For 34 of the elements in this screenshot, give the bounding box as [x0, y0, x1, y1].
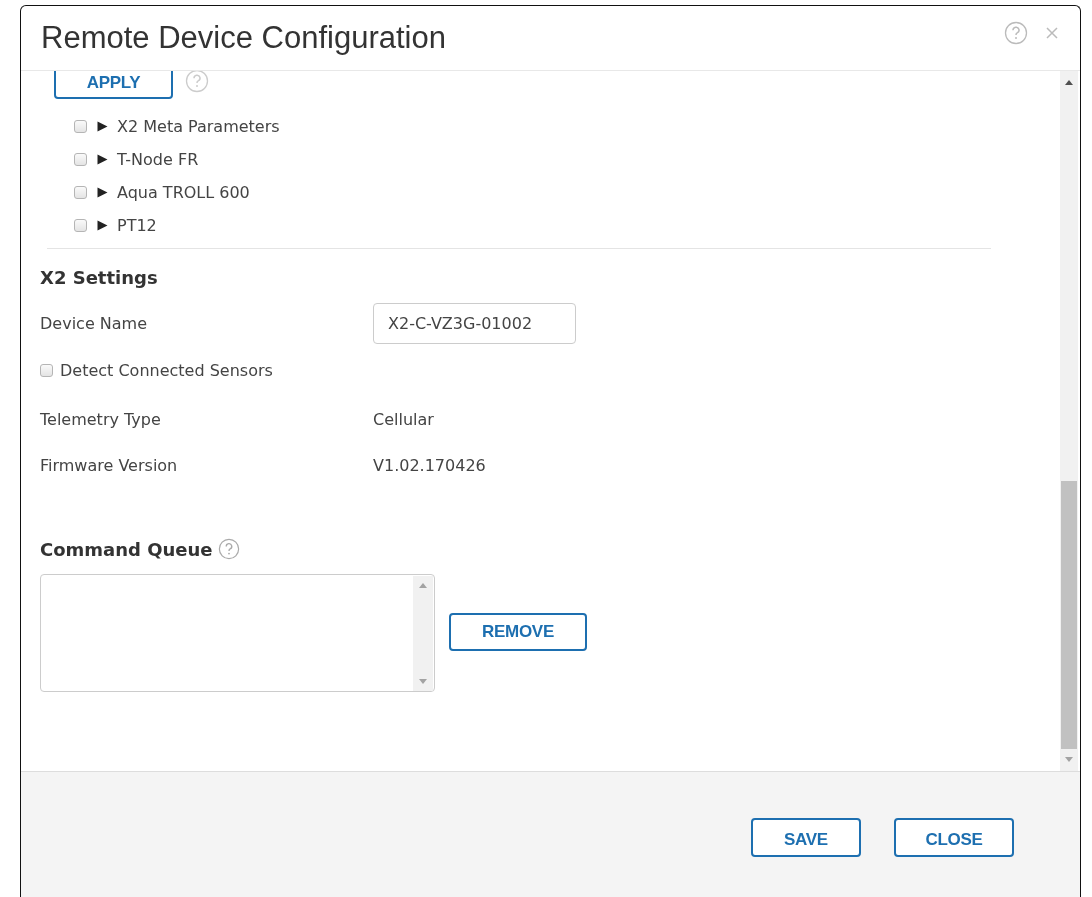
- expand-triangle-icon[interactable]: [97, 153, 108, 165]
- dialog-title: Remote Device Configuration: [41, 20, 446, 56]
- checkbox[interactable]: [74, 152, 87, 166]
- tree-item-label[interactable]: T-Node FR: [117, 149, 199, 169]
- tree-item-label[interactable]: PT12: [117, 215, 157, 235]
- section-heading: Command Queue: [40, 538, 213, 560]
- scrollbar[interactable]: [1060, 71, 1078, 771]
- expand-triangle-icon[interactable]: [97, 219, 108, 231]
- field-label: Device Name: [40, 313, 148, 333]
- expand-triangle-icon[interactable]: [97, 186, 108, 198]
- checkbox-label[interactable]: Detect Connected Sensors: [60, 360, 273, 380]
- help-icon[interactable]: [185, 71, 209, 93]
- section-heading: X2 Settings: [40, 267, 159, 288]
- close-icon[interactable]: [1046, 27, 1058, 39]
- checkbox[interactable]: [74, 218, 87, 232]
- expand-triangle-icon[interactable]: [97, 120, 108, 132]
- tree-item-label[interactable]: Aqua TROLL 600: [117, 182, 250, 202]
- checkbox[interactable]: [40, 363, 53, 377]
- checkbox[interactable]: [74, 119, 87, 133]
- field-value: V1.02.170426: [373, 455, 486, 475]
- help-icon[interactable]: [1004, 21, 1028, 45]
- apply-button[interactable]: APPLY: [54, 71, 173, 99]
- field-label: Telemetry Type: [40, 409, 162, 429]
- command-queue-list[interactable]: [40, 574, 435, 692]
- device-name-field[interactable]: X2-C-VZ3G-01002: [373, 302, 576, 344]
- checkbox[interactable]: [74, 185, 87, 199]
- help-icon[interactable]: [217, 538, 240, 560]
- field-label: Firmware Version: [40, 455, 179, 475]
- tree-item-label[interactable]: X2 Meta Parameters: [117, 116, 280, 136]
- remove-button[interactable]: REMOVE: [449, 612, 587, 651]
- field-value: Cellular: [373, 409, 434, 429]
- scrollbar[interactable]: [413, 576, 433, 691]
- footer-button[interactable]: SAVE: [751, 818, 861, 857]
- footer-button[interactable]: CLOSE: [894, 818, 1014, 857]
